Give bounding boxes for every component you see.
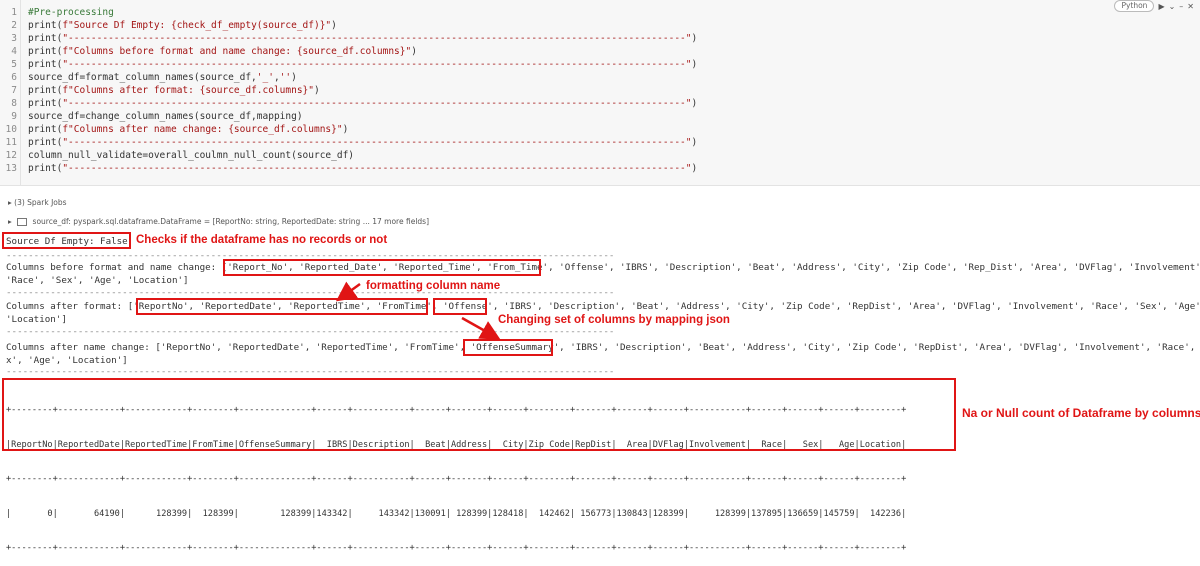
table-row: | 0| 64190| 128399| 128399| 128399|14334…: [6, 508, 907, 519]
mapping-arrow: [461, 316, 501, 340]
annotation-arrows: [335, 281, 501, 340]
table-border: +--------+------------+------------+----…: [6, 543, 907, 553]
table-border: +--------+------------+------------+----…: [6, 474, 907, 484]
formatting-arrow: [335, 281, 361, 302]
